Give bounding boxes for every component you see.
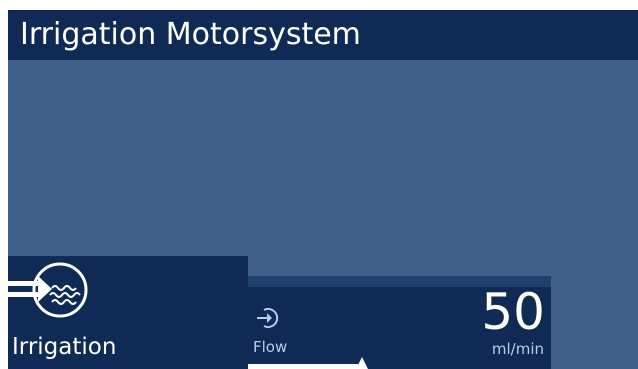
flow-setting-panel[interactable]: Flow 50 ml/min <box>248 276 551 369</box>
flow-label: Flow <box>253 338 288 356</box>
flow-indicator-pointer <box>356 357 368 369</box>
flow-selection-indicator <box>248 364 358 369</box>
flow-unit: ml/min <box>491 340 544 358</box>
flow-icon <box>257 308 279 328</box>
device-screen: Irrigation Motorsystem Irrigation Flow 5… <box>8 10 638 369</box>
irrigation-mode-label: Irrigation <box>12 334 117 360</box>
irrigation-icon <box>8 262 88 318</box>
title-bar: Irrigation Motorsystem <box>8 10 638 60</box>
irrigation-mode-button[interactable]: Irrigation <box>8 256 248 369</box>
flow-value: 50 <box>481 283 545 341</box>
page-title: Irrigation Motorsystem <box>20 17 361 52</box>
